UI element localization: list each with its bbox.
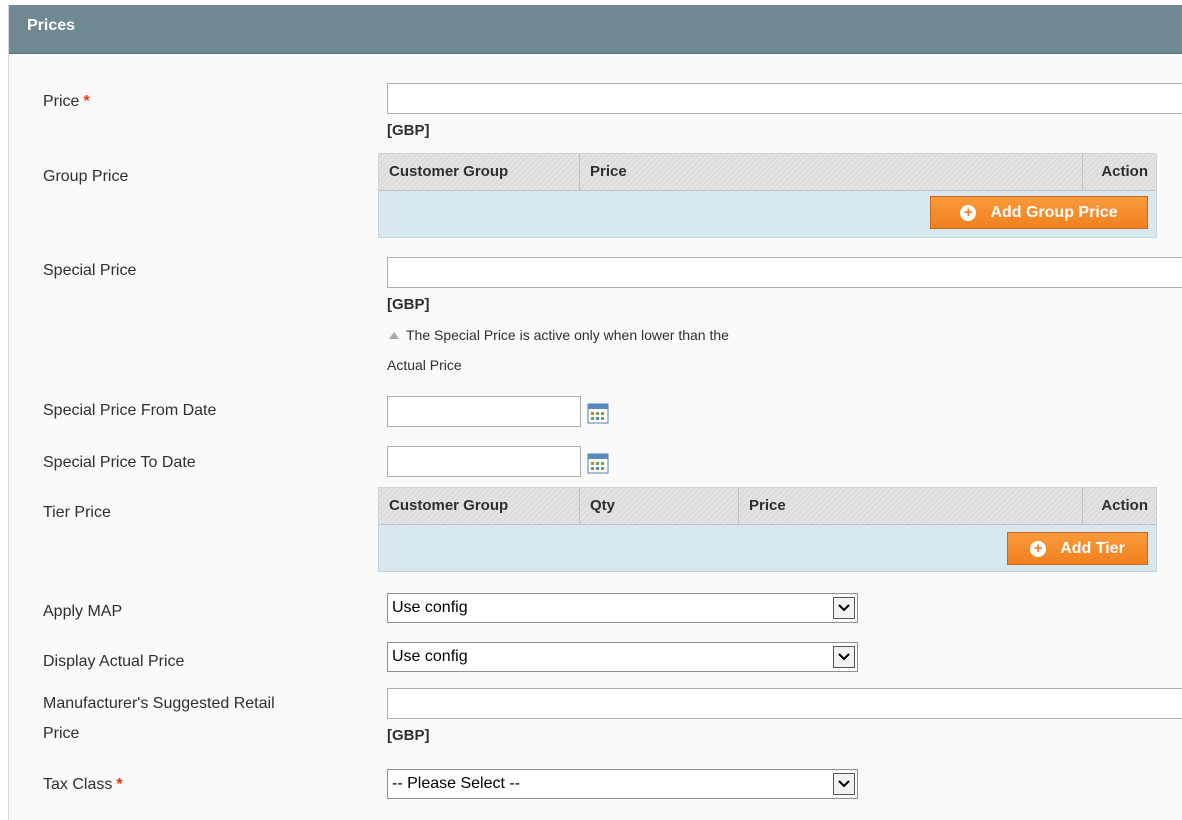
group-price-grid-header: Customer Group Price Action [379,154,1156,191]
column-header-customer-group: Customer Group [379,154,580,190]
tier-price-grid-header: Customer Group Qty Price Action [379,488,1156,525]
msrp-currency: [GBP] [387,727,430,744]
tax-class-selected: -- Please Select -- [392,775,521,792]
chevron-down-icon[interactable] [833,597,855,619]
column-header-qty: Qty [580,488,739,524]
tax-class-label: Tax Class * [43,770,123,799]
column-header-customer-group: Customer Group [379,488,580,524]
group-price-label: Group Price [43,168,129,185]
msrp-input[interactable] [387,688,1182,719]
price-currency: [GBP] [387,122,430,139]
panel-header: Prices [9,5,1182,54]
chevron-down-icon[interactable] [833,773,855,795]
calendar-icon[interactable] [587,453,609,474]
panel-title: Prices [27,17,76,34]
apply-map-selected: Use config [392,599,468,616]
chevron-down-icon[interactable] [833,646,855,668]
add-group-price-label: Add Group Price [990,203,1118,221]
price-label-text: Price [43,93,80,110]
column-header-action: Action [1101,497,1148,514]
price-label: Price * [43,87,90,116]
apply-map-select[interactable]: Use config [387,593,858,623]
required-mark: * [116,776,123,793]
prices-panel: Prices Price * [GBP] Group Price Customer… [8,5,1182,820]
price-input[interactable] [387,83,1182,114]
special-from-date-input[interactable] [387,396,581,427]
tier-price-grid: Customer Group Qty Price Action + Add Ti… [378,487,1157,572]
plus-circle-icon: + [1030,540,1047,557]
special-price-currency: [GBP] [387,296,430,313]
plus-circle-icon: + [960,204,977,221]
tier-price-label: Tier Price [43,504,111,521]
display-actual-price-selected: Use config [392,648,468,665]
column-header-price: Price [739,488,1083,524]
special-from-date-label: Special Price From Date [43,402,217,419]
required-mark: * [83,93,90,110]
display-actual-price-select[interactable]: Use config [387,642,858,672]
apply-map-label: Apply MAP [43,603,123,620]
add-tier-label: Add Tier [1060,539,1125,557]
special-price-note-line2: Actual Price [387,357,462,373]
calendar-icon[interactable] [587,403,609,424]
column-header-price: Price [580,154,1083,190]
display-actual-price-label: Display Actual Price [43,653,185,670]
triangle-up-icon [389,331,399,339]
special-price-note-line1: The Special Price is active only when lo… [406,327,729,343]
tax-class-select[interactable]: -- Please Select -- [387,769,858,799]
tax-class-label-text: Tax Class [43,776,113,793]
special-to-date-label: Special Price To Date [43,454,196,471]
add-tier-button[interactable]: + Add Tier [1007,532,1148,565]
special-price-label: Special Price [43,262,137,279]
special-price-input[interactable] [387,257,1182,288]
add-group-price-button[interactable]: + Add Group Price [930,196,1148,229]
msrp-label-line2: Price [43,725,80,742]
special-price-note: The Special Price is active only when lo… [387,321,729,349]
msrp-label: Manufacturer's Suggested Retail [43,695,275,712]
special-to-date-input[interactable] [387,446,581,477]
column-header-action: Action [1101,163,1148,180]
group-price-grid: Customer Group Price Action + Add Group … [378,153,1157,238]
